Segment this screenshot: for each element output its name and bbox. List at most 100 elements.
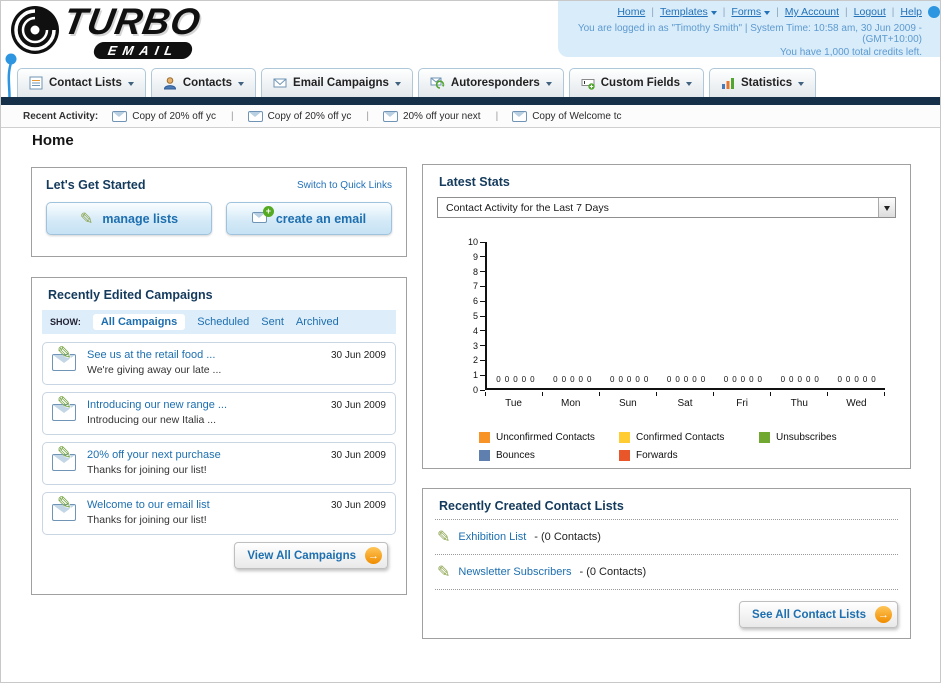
chevron-down-icon [127, 81, 134, 89]
legend-label: Unsubscribes [776, 432, 837, 443]
link-help[interactable]: Help [900, 6, 922, 18]
manage-lists-button[interactable]: manage lists [46, 202, 212, 235]
tab-contact-lists[interactable]: Contact Lists [17, 68, 146, 97]
tab-label: Statistics [740, 77, 793, 89]
show-label: SHOW: [50, 317, 81, 327]
chevron-down-icon [710, 10, 717, 18]
campaigns-panel-title: Recently Edited Campaigns [48, 288, 213, 302]
arrow-right-icon [875, 606, 892, 623]
credits-info: You have 1,000 total credits left. [780, 47, 922, 58]
recent-activity-label: Recent Activity: [23, 110, 99, 122]
pencil-icon [80, 209, 93, 229]
tab-statistics[interactable]: Statistics [708, 68, 817, 97]
filter-scheduled[interactable]: Scheduled [197, 316, 249, 328]
separator [892, 6, 895, 18]
campaign-envelope-pencil-icon [52, 454, 76, 476]
legend-item: Confirmed Contacts [619, 432, 759, 443]
tab-email-campaigns[interactable]: Email Campaigns [261, 68, 413, 97]
link-logout[interactable]: Logout [854, 6, 886, 18]
navbar-accent-bar [1, 97, 940, 105]
logo[interactable]: TURBO EMAIL [9, 1, 205, 60]
recent-activity-item[interactable]: Copy of 20% off yc [112, 110, 233, 122]
chevron-down-icon [764, 10, 771, 18]
campaign-date: 30 Jun 2009 [330, 350, 386, 361]
filter-sent[interactable]: Sent [261, 316, 284, 328]
tab-contacts[interactable]: Contacts [150, 68, 257, 97]
legend-label: Unconfirmed Contacts [496, 432, 595, 443]
recent-activity-item[interactable]: 20% off your next [382, 110, 498, 122]
separator [723, 6, 726, 18]
chart-y-ticks: 10 9 8 7 6 5 4 3 2 1 0 [433, 237, 485, 395]
header: TURBO EMAIL Home Templates Forms My Acco… [1, 1, 940, 118]
chart-x-labels: Tue Mon Sun Sat Fri Thu Wed [505, 398, 867, 409]
legend-swatch [479, 450, 490, 461]
see-all-contact-lists-label: See All Contact Lists [752, 608, 866, 621]
dropdown-arrow-icon [878, 198, 895, 217]
nav-tabs: Contact Lists Contacts Email Campaigns A… [17, 68, 817, 97]
email-campaigns-icon [273, 78, 287, 88]
pencil-icon [437, 527, 450, 547]
logo-turbo-text: TURBO [60, 1, 205, 42]
chart-legend: Unconfirmed Contacts Confirmed Contacts … [479, 432, 910, 461]
campaign-subtitle: Thanks for joining our list! [87, 514, 207, 526]
see-all-contact-lists-button[interactable]: See All Contact Lists [739, 601, 898, 628]
envelope-icon [112, 110, 128, 122]
tab-label: Contact Lists [49, 77, 122, 89]
campaign-row: See us at the retail food ... We're givi… [42, 342, 396, 385]
legend-item: Bounces [479, 450, 619, 461]
recent-activity-item[interactable]: Copy of 20% off yc [247, 110, 369, 122]
stats-period-select[interactable]: Contact Activity for the Last 7 Days [437, 197, 896, 218]
create-email-label: create an email [275, 211, 367, 226]
envelope-icon [382, 110, 398, 122]
chart-plot-area [485, 242, 885, 390]
app-window: TURBO EMAIL Home Templates Forms My Acco… [0, 0, 941, 683]
tab-label: Contacts [182, 77, 233, 89]
latest-stats-panel: Latest Stats Contact Activity for the La… [422, 164, 911, 469]
legend-item: Forwards [619, 450, 759, 461]
link-templates[interactable]: Templates [660, 6, 717, 18]
link-home[interactable]: Home [617, 6, 645, 18]
legend-label: Bounces [496, 450, 535, 461]
campaign-date: 30 Jun 2009 [330, 500, 386, 511]
get-started-panel: Let's Get Started Switch to Quick Links … [31, 167, 407, 257]
main-navigation: Contact Lists Contacts Email Campaigns A… [1, 65, 940, 105]
envelope-plus-icon [251, 205, 274, 226]
contact-list-link[interactable]: Exhibition List [458, 531, 526, 543]
custom-fields-icon [581, 79, 595, 90]
contact-list-count: - (0 Contacts) [534, 531, 601, 543]
filter-archived[interactable]: Archived [296, 316, 339, 328]
chevron-down-icon [394, 81, 401, 89]
contact-list-link[interactable]: Newsletter Subscribers [458, 566, 571, 578]
view-all-campaigns-button[interactable]: View All Campaigns [234, 542, 388, 569]
legend-swatch [759, 432, 770, 443]
contact-lists-icon [29, 76, 43, 90]
switch-quick-links-link[interactable]: Switch to Quick Links [297, 180, 392, 191]
recent-contact-lists-panel: Recently Created Contact Lists Exhibitio… [422, 488, 911, 639]
header-info-box: Home Templates Forms My Account Logout H… [558, 1, 940, 58]
divider [435, 589, 898, 590]
link-forms[interactable]: Forms [731, 6, 771, 18]
create-email-button[interactable]: create an email [226, 202, 392, 235]
turbo-swirl-icon [11, 6, 59, 54]
separator [651, 6, 654, 18]
pencil-icon [57, 343, 72, 364]
arrow-right-icon [365, 547, 382, 564]
envelope-icon [247, 110, 263, 122]
pencil-icon [57, 493, 72, 514]
filter-all-campaigns[interactable]: All Campaigns [92, 314, 186, 330]
contact-lists-panel-title: Recently Created Contact Lists [439, 499, 624, 513]
tab-custom-fields[interactable]: Custom Fields [568, 68, 704, 97]
contacts-icon [163, 77, 176, 90]
login-info: You are logged in as "Timothy Smith" | S… [577, 23, 922, 45]
link-my-account[interactable]: My Account [785, 6, 839, 18]
campaign-envelope-pencil-icon [52, 504, 76, 526]
campaign-list: See us at the retail food ... We're givi… [32, 342, 406, 535]
logo-email-badge: EMAIL [92, 42, 194, 59]
link-label: Templates [659, 6, 708, 18]
activity-item-label: 20% off your next [402, 110, 481, 122]
tab-autoresponders[interactable]: Autoresponders [417, 68, 564, 97]
recent-activity-item[interactable]: Copy of Welcome tc [512, 110, 622, 122]
envelope-icon [512, 110, 528, 122]
statistics-icon [721, 78, 734, 89]
legend-swatch [479, 432, 490, 443]
